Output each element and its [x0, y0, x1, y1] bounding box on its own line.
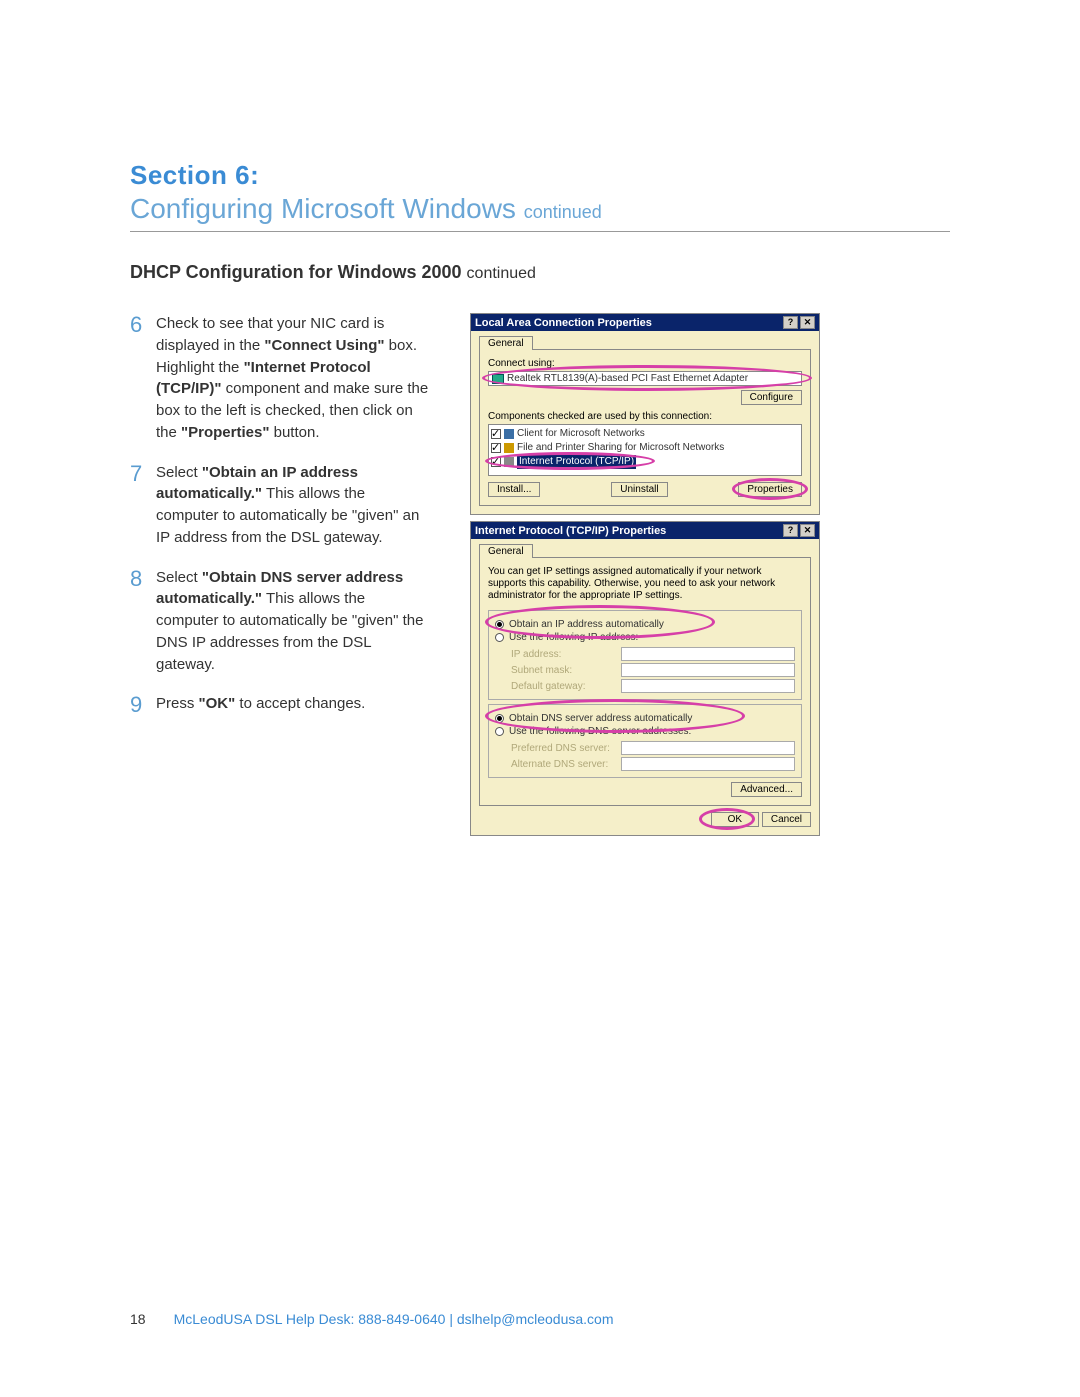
list-item[interactable]: File and Printer Sharing for Microsoft N…: [491, 441, 799, 455]
tab-general[interactable]: General: [479, 544, 533, 558]
list-item[interactable]: Client for Microsoft Networks: [491, 427, 799, 441]
footer-text: McLeodUSA DSL Help Desk: 888-849-0640 | …: [174, 1311, 614, 1327]
radio-use-ip[interactable]: Use the following IP address:: [495, 632, 795, 643]
radio-label: Use the following IP address:: [509, 632, 638, 643]
step-8: 8 Select "Obtain DNS server address auto…: [130, 567, 430, 676]
subheading-main: DHCP Configuration for Windows 2000: [130, 262, 462, 282]
step-text: Press "OK" to accept changes.: [156, 693, 430, 717]
title-continued: continued: [524, 202, 602, 222]
install-button[interactable]: Install...: [488, 482, 540, 497]
t: Press: [156, 695, 199, 712]
radio-label: Use the following DNS server addresses:: [509, 726, 691, 737]
step-number: 6: [130, 313, 156, 444]
subheading: DHCP Configuration for Windows 2000 cont…: [130, 262, 950, 283]
helpdesk-email: dslhelp@mcleodusa.com: [457, 1311, 614, 1327]
section-title: Configuring Microsoft Windows continued: [130, 193, 950, 225]
subnet-mask-label: Subnet mask:: [511, 665, 621, 676]
screenshots-column: Local Area Connection Properties ? ✕ Gen…: [470, 313, 820, 842]
checkbox-icon[interactable]: [491, 443, 501, 453]
step-text: Select "Obtain an IP address automatical…: [156, 462, 430, 549]
t: Select: [156, 464, 202, 481]
configure-button[interactable]: Configure: [741, 390, 802, 405]
page-footer: 18 McLeodUSA DSL Help Desk: 888-849-0640…: [130, 1311, 950, 1327]
help-icon[interactable]: ?: [783, 316, 798, 329]
radio-label: Obtain DNS server address automatically: [509, 713, 692, 724]
default-gateway-label: Default gateway:: [511, 681, 621, 692]
service-icon: [504, 443, 514, 453]
alternate-dns-label: Alternate DNS server:: [511, 759, 621, 770]
step-text: Select "Obtain DNS server address automa…: [156, 567, 430, 676]
nic-dropdown[interactable]: Realtek RTL8139(A)-based PCI Fast Ethern…: [488, 371, 802, 386]
step-text: Check to see that your NIC card is displ…: [156, 313, 430, 444]
ip-address-field[interactable]: [621, 647, 795, 661]
radio-icon: [495, 727, 504, 736]
description-text: You can get IP settings assigned automat…: [488, 566, 802, 602]
list-item[interactable]: Internet Protocol (TCP/IP): [491, 455, 799, 469]
section-label: Section 6:: [130, 160, 950, 191]
radio-icon: [495, 620, 504, 629]
item-label: File and Printer Sharing for Microsoft N…: [517, 441, 724, 455]
radio-label: Obtain an IP address automatically: [509, 619, 664, 630]
connect-using-label: Connect using:: [488, 358, 802, 369]
advanced-button[interactable]: Advanced...: [731, 782, 802, 797]
t: "Properties": [181, 424, 269, 441]
titlebar: Local Area Connection Properties ? ✕: [471, 314, 819, 331]
dialog-lan-properties: Local Area Connection Properties ? ✕ Gen…: [470, 313, 820, 515]
nic-name: Realtek RTL8139(A)-based PCI Fast Ethern…: [507, 373, 748, 384]
t: button.: [269, 424, 319, 441]
help-icon[interactable]: ?: [783, 524, 798, 537]
preferred-dns-field[interactable]: [621, 741, 795, 755]
alternate-dns-field[interactable]: [621, 757, 795, 771]
tab-general[interactable]: General: [479, 336, 533, 350]
dialog-title: Internet Protocol (TCP/IP) Properties: [475, 525, 666, 537]
close-icon[interactable]: ✕: [800, 316, 815, 329]
helpdesk-label: McLeodUSA DSL Help Desk:: [174, 1311, 355, 1327]
components-label: Components checked are used by this conn…: [488, 411, 802, 422]
properties-button[interactable]: Properties: [738, 482, 802, 497]
subheading-continued: continued: [467, 265, 536, 282]
protocol-icon: [504, 457, 514, 467]
t: "Connect Using": [264, 337, 384, 354]
divider: [130, 231, 950, 232]
item-label-selected: Internet Protocol (TCP/IP): [517, 455, 636, 469]
t: Select: [156, 569, 202, 586]
checkbox-icon[interactable]: [491, 457, 501, 467]
client-icon: [504, 429, 514, 439]
subnet-mask-field[interactable]: [621, 663, 795, 677]
cancel-button[interactable]: Cancel: [762, 812, 811, 827]
radio-obtain-ip-auto[interactable]: Obtain an IP address automatically: [495, 619, 795, 630]
radio-icon: [495, 714, 504, 723]
nic-icon: [492, 374, 504, 384]
step-6: 6 Check to see that your NIC card is dis…: [130, 313, 430, 444]
t: to accept changes.: [235, 695, 365, 712]
dialog-tcpip-properties: Internet Protocol (TCP/IP) Properties ? …: [470, 521, 820, 836]
radio-obtain-dns-auto[interactable]: Obtain DNS server address automatically: [495, 713, 795, 724]
checkbox-icon[interactable]: [491, 429, 501, 439]
item-label: Client for Microsoft Networks: [517, 427, 645, 441]
radio-icon: [495, 633, 504, 642]
step-number: 8: [130, 567, 156, 676]
close-icon[interactable]: ✕: [800, 524, 815, 537]
ok-button[interactable]: OK: [711, 812, 759, 827]
radio-use-dns[interactable]: Use the following DNS server addresses:: [495, 726, 795, 737]
ip-address-label: IP address:: [511, 649, 621, 660]
preferred-dns-label: Preferred DNS server:: [511, 743, 621, 754]
page-number: 18: [130, 1311, 146, 1327]
components-listbox[interactable]: Client for Microsoft Networks File and P…: [488, 424, 802, 476]
title-main: Configuring Microsoft Windows: [130, 193, 516, 224]
t: "OK": [199, 695, 236, 712]
step-9: 9 Press "OK" to accept changes.: [130, 693, 430, 717]
dialog-title: Local Area Connection Properties: [475, 317, 652, 329]
step-number: 7: [130, 462, 156, 549]
uninstall-button[interactable]: Uninstall: [611, 482, 667, 497]
titlebar: Internet Protocol (TCP/IP) Properties ? …: [471, 522, 819, 539]
default-gateway-field[interactable]: [621, 679, 795, 693]
step-7: 7 Select "Obtain an IP address automatic…: [130, 462, 430, 549]
separator: |: [449, 1311, 453, 1327]
steps-list: 6 Check to see that your NIC card is dis…: [130, 313, 430, 842]
helpdesk-phone: 888-849-0640: [358, 1311, 445, 1327]
step-number: 9: [130, 693, 156, 717]
